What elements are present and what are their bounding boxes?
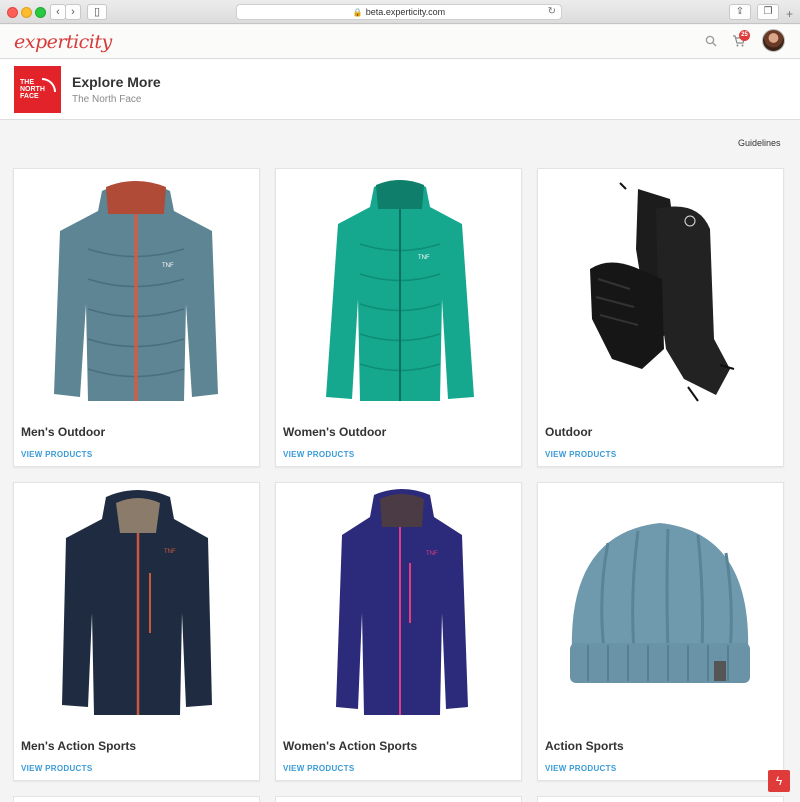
new-tab-icon[interactable]: + — [786, 7, 793, 21]
lock-icon: 🔒 — [352, 8, 363, 17]
card-title: Men's Outdoor — [21, 425, 106, 439]
logo-arc-shape — [42, 78, 56, 92]
maximize-window-button[interactable] — [35, 7, 46, 18]
brand-logo-text: THE NORTH FACE — [20, 79, 45, 100]
search-icon[interactable] — [705, 35, 717, 47]
brand-header: THE NORTH FACE Explore More The North Fa… — [0, 59, 800, 120]
chat-button[interactable]: ϟ — [768, 770, 790, 792]
sidebar-toggle-button[interactable]: ▯ — [87, 4, 107, 20]
mens-shell-jacket-image: TNF — [62, 490, 212, 715]
tabs-button[interactable]: ❐ — [757, 4, 779, 20]
view-products-link[interactable]: VIEW PRODUCTS — [21, 450, 92, 459]
category-card[interactable]: Outdoor VIEW PRODUCTS — [537, 168, 784, 467]
share-button[interactable]: ⇪ — [729, 4, 751, 20]
app-header: experticity 25 — [0, 25, 800, 59]
view-products-link[interactable]: VIEW PRODUCTS — [283, 450, 354, 459]
close-window-button[interactable] — [7, 7, 18, 18]
north-face-logo: THE NORTH FACE — [14, 66, 61, 113]
experticity-logo[interactable]: experticity — [14, 31, 112, 53]
url-text: beta.experticity.com — [365, 7, 446, 17]
view-products-link[interactable]: VIEW PRODUCTS — [545, 450, 616, 459]
lightning-icon: ϟ — [775, 774, 783, 788]
category-card-partial — [275, 796, 522, 802]
view-products-link[interactable]: VIEW PRODUCTS — [21, 764, 92, 773]
back-button[interactable]: ‹ — [50, 4, 66, 20]
user-avatar[interactable] — [762, 29, 785, 52]
view-products-link[interactable]: VIEW PRODUCTS — [283, 764, 354, 773]
browser-toolbar: ‹ › ▯ 🔒 beta.experticity.com ↻ ⇪ ❐ + — [0, 0, 800, 24]
svg-text:TNF: TNF — [426, 551, 438, 557]
category-card[interactable]: Action Sports VIEW PRODUCTS — [537, 482, 784, 781]
womens-down-jacket-image: TNF — [326, 180, 474, 401]
tabs-icon: ❐ — [763, 6, 773, 17]
category-card[interactable]: TNF Women's Outdoor VIEW PRODUCTS — [275, 168, 522, 467]
svg-text:TNF: TNF — [162, 263, 174, 269]
womens-shell-jacket-image: TNF — [336, 489, 468, 715]
svg-text:TNF: TNF — [418, 255, 430, 261]
brand-name: The North Face — [72, 94, 142, 105]
minimize-window-button[interactable] — [21, 7, 32, 18]
card-title: Men's Action Sports — [21, 739, 137, 753]
category-card[interactable]: TNF Men's Action Sports VIEW PRODUCTS — [13, 482, 260, 781]
cart-count-badge: 25 — [739, 30, 750, 41]
card-title: Outdoor — [545, 425, 593, 439]
guidelines-link[interactable]: Guidelines — [738, 138, 781, 148]
card-title: Action Sports — [545, 739, 624, 753]
category-card[interactable]: TNF Men's Outdoor VIEW PRODUCTS — [13, 168, 260, 467]
sidebar-icon: ▯ — [93, 6, 101, 18]
share-icon: ⇪ — [735, 6, 745, 17]
view-products-link[interactable]: VIEW PRODUCTS — [545, 764, 616, 773]
chevron-right-icon: › — [71, 6, 75, 18]
mens-down-jacket-image: TNF — [54, 181, 218, 401]
beanie-image — [570, 523, 750, 683]
forward-button[interactable]: › — [65, 4, 81, 20]
gloves-image — [590, 182, 735, 402]
card-title: Women's Outdoor — [283, 425, 387, 439]
reload-icon[interactable]: ↻ — [548, 5, 556, 19]
svg-text:TNF: TNF — [164, 549, 176, 555]
category-card-partial — [537, 796, 784, 802]
chevron-left-icon: ‹ — [56, 6, 60, 18]
card-title: Women's Action Sports — [283, 739, 418, 753]
page-title: Explore More — [72, 74, 161, 90]
address-bar[interactable]: 🔒 beta.experticity.com ↻ — [236, 4, 562, 20]
category-card[interactable]: TNF Women's Action Sports VIEW PRODUCTS — [275, 482, 522, 781]
category-card-partial — [13, 796, 260, 802]
